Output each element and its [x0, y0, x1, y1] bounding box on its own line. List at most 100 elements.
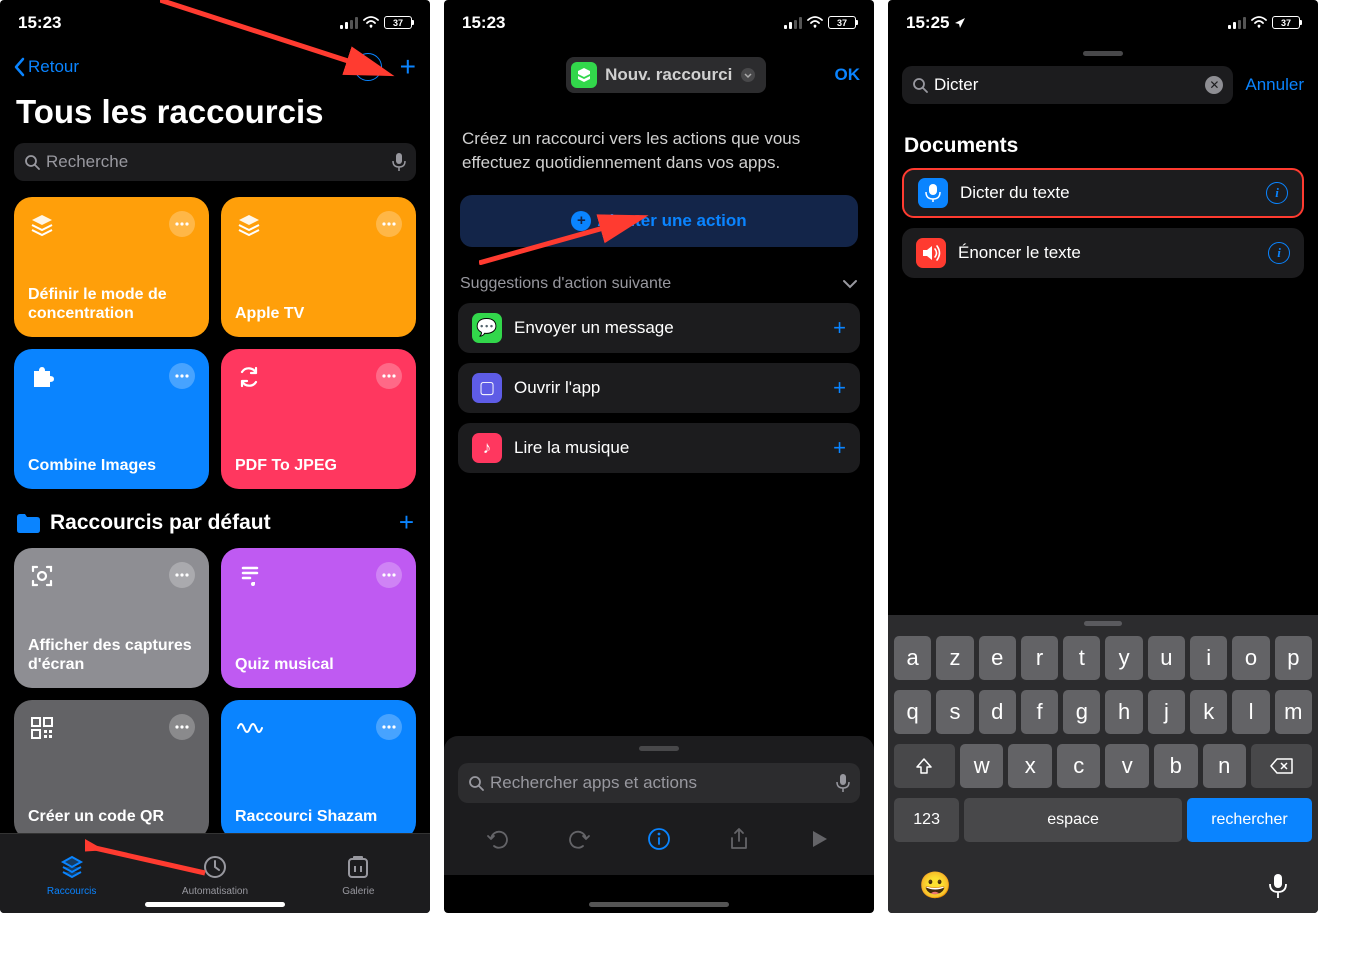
status-bar: 15:23 37: [444, 0, 874, 45]
sheet-handle[interactable]: [1083, 51, 1123, 56]
home-indicator[interactable]: [589, 902, 729, 907]
tile-more-button[interactable]: [376, 714, 402, 740]
status-right: 37: [1228, 16, 1300, 29]
key-p[interactable]: p: [1275, 636, 1312, 680]
backspace-key[interactable]: [1251, 744, 1312, 788]
info-icon[interactable]: i: [1266, 182, 1288, 204]
key-t[interactable]: t: [1063, 636, 1100, 680]
key-y[interactable]: y: [1105, 636, 1142, 680]
suggestions-header[interactable]: Suggestions d'action suivante: [444, 247, 874, 303]
tile-more-button[interactable]: [169, 714, 195, 740]
undo-button[interactable]: [476, 819, 520, 859]
key-a[interactable]: a: [894, 636, 931, 680]
play-button[interactable]: [798, 819, 842, 859]
share-button[interactable]: [717, 819, 761, 859]
search-actions-bar[interactable]: Rechercher apps et actions: [458, 763, 860, 803]
shortcut-tile[interactable]: Afficher des captures d'écran: [14, 548, 209, 688]
shortcut-tile[interactable]: Apple TV: [221, 197, 416, 337]
wifi-icon: [806, 16, 824, 29]
search-bar[interactable]: Recherche: [14, 143, 416, 181]
tile-more-button[interactable]: [376, 211, 402, 237]
key-e[interactable]: e: [979, 636, 1016, 680]
section-title-text: Raccourcis par défaut: [50, 511, 271, 535]
status-time: 15:23: [462, 13, 505, 33]
key-c[interactable]: c: [1057, 744, 1101, 788]
shortcut-tile[interactable]: Définir le mode de concentration: [14, 197, 209, 337]
suggestion-icon: 💬: [472, 313, 502, 343]
mic-icon[interactable]: [836, 773, 850, 793]
more-button[interactable]: [354, 53, 382, 81]
add-suggestion-button[interactable]: +: [833, 375, 846, 401]
battery-icon: 37: [1272, 16, 1300, 29]
cancel-button[interactable]: Annuler: [1245, 75, 1304, 95]
key-r[interactable]: r: [1021, 636, 1058, 680]
search-placeholder: Recherche: [46, 152, 386, 172]
shortcut-tile[interactable]: Raccourci Shazam: [221, 700, 416, 840]
keyboard: azertyuiop qsdfghjklm wxcvbn 123 espace …: [888, 615, 1318, 913]
tab-galerie[interactable]: Galerie: [287, 834, 430, 913]
shortcut-tile[interactable]: Quiz musical: [221, 548, 416, 688]
emoji-key[interactable]: 😀: [919, 870, 951, 901]
key-u[interactable]: u: [1148, 636, 1185, 680]
key-b[interactable]: b: [1154, 744, 1198, 788]
mic-icon[interactable]: [392, 152, 406, 172]
suggestion-item[interactable]: 💬Envoyer un message+: [458, 303, 860, 353]
back-button[interactable]: Retour: [14, 57, 79, 77]
shortcut-icon: [571, 62, 597, 88]
tile-more-button[interactable]: [376, 363, 402, 389]
add-suggestion-button[interactable]: +: [833, 315, 846, 341]
tile-more-button[interactable]: [169, 211, 195, 237]
add-suggestion-button[interactable]: +: [833, 435, 846, 461]
key-i[interactable]: i: [1190, 636, 1227, 680]
sheet-handle[interactable]: [639, 746, 679, 751]
tile-more-button[interactable]: [376, 562, 402, 588]
section-add-button[interactable]: +: [399, 507, 414, 538]
clear-button[interactable]: ✕: [1205, 76, 1223, 94]
tab-raccourcis[interactable]: Raccourcis: [0, 834, 143, 913]
shortcut-tile[interactable]: Créer un code QR: [14, 700, 209, 840]
tile-more-button[interactable]: [169, 363, 195, 389]
key-q[interactable]: q: [894, 690, 931, 734]
ok-button[interactable]: OK: [834, 65, 860, 85]
home-indicator[interactable]: [145, 902, 285, 907]
key-n[interactable]: n: [1203, 744, 1247, 788]
suggestion-item[interactable]: ♪Lire la musique+: [458, 423, 860, 473]
key-z[interactable]: z: [936, 636, 973, 680]
action-result-item[interactable]: Énoncer le texte i: [902, 228, 1304, 278]
key-o[interactable]: o: [1232, 636, 1269, 680]
key-m[interactable]: m: [1275, 690, 1312, 734]
info-button[interactable]: [637, 819, 681, 859]
key-k[interactable]: k: [1190, 690, 1227, 734]
key-x[interactable]: x: [1008, 744, 1052, 788]
suggestion-item[interactable]: ▢Ouvrir l'app+: [458, 363, 860, 413]
search-placeholder: Rechercher apps et actions: [490, 773, 830, 793]
key-w[interactable]: w: [960, 744, 1004, 788]
tile-more-button[interactable]: [169, 562, 195, 588]
keyboard-handle[interactable]: [1084, 621, 1122, 626]
shift-key[interactable]: [894, 744, 955, 788]
search-key[interactable]: rechercher: [1187, 798, 1312, 842]
key-d[interactable]: d: [979, 690, 1016, 734]
key-f[interactable]: f: [1021, 690, 1058, 734]
key-l[interactable]: l: [1232, 690, 1269, 734]
dictation-key[interactable]: [1269, 873, 1287, 899]
add-action-button[interactable]: + Ajouter une action: [460, 195, 858, 247]
key-h[interactable]: h: [1105, 690, 1142, 734]
shortcut-tile[interactable]: PDF To JPEG: [221, 349, 416, 489]
search-input[interactable]: Dicter ✕: [902, 66, 1233, 104]
plus-icon: +: [571, 211, 591, 231]
info-icon[interactable]: i: [1268, 242, 1290, 264]
add-shortcut-button[interactable]: +: [400, 51, 416, 83]
result-label: Énoncer le texte: [958, 243, 1256, 263]
key-v[interactable]: v: [1105, 744, 1149, 788]
shortcut-tile[interactable]: Combine Images: [14, 349, 209, 489]
key-j[interactable]: j: [1148, 690, 1185, 734]
numbers-key[interactable]: 123: [894, 798, 959, 842]
key-g[interactable]: g: [1063, 690, 1100, 734]
key-s[interactable]: s: [936, 690, 973, 734]
redo-button[interactable]: [557, 819, 601, 859]
space-key[interactable]: espace: [964, 798, 1182, 842]
shortcut-title-dropdown[interactable]: Nouv. raccourci: [566, 57, 766, 93]
action-result-item[interactable]: Dicter du textei: [902, 168, 1304, 218]
signal-icon: [340, 17, 358, 29]
